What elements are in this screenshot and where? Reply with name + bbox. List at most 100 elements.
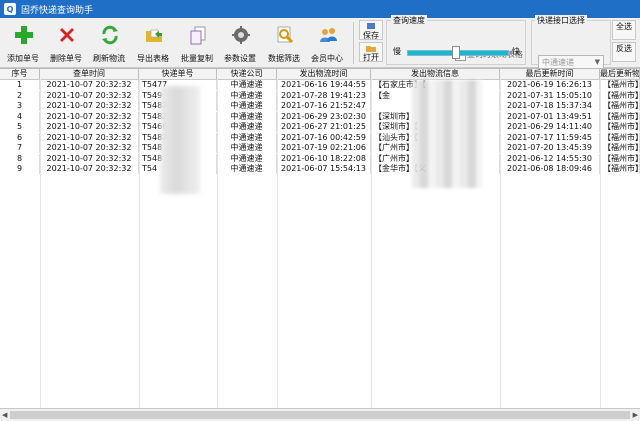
tracking-table: 序号 查单时间 快递单号 快递公司 发出物流时间 发出物流信息 最后更新时间 最… [0,68,640,409]
table-cell-no: 8 [0,153,40,164]
table-row[interactable]: 5 2021-10-07 20:32:32 T5466 中通速递 2021-06-27 … [0,122,640,132]
member-center-button[interactable]: 会员中心 [307,21,347,64]
table-cell-ship-time: 2021-07-28 19:41:23 [277,90,371,101]
column-header-last-update-time[interactable]: 最后更新时间 [500,69,600,79]
table-cell-no: 2 [0,90,40,101]
table-cell-query-time: 2021-10-07 20:32:32 [40,164,139,174]
table-cell-company: 中通速递 [217,164,277,174]
table-cell-company: 中通速递 [217,90,277,101]
column-header-ship-time[interactable]: 发出物流时间 [277,69,371,79]
query-speed-label: 查询速度 [391,15,427,26]
table-cell-query-time: 2021-10-07 20:32:32 [40,101,139,111]
table-cell-last-info: 【福州市】 [600,80,640,90]
table-cell-ship-time: 2021-06-27 21:01:25 [277,122,371,132]
scroll-right-icon[interactable]: ▶ [633,411,638,419]
table-cell-company: 中通速递 [217,122,277,132]
table-header: 序号 查单时间 快递单号 快递公司 发出物流时间 发出物流信息 最后更新时间 最… [0,69,640,80]
scroll-left-icon[interactable]: ◀ [2,411,7,419]
interface-label: 快递接口选择 [535,15,587,26]
save-button[interactable]: 保存 [359,20,383,40]
scrollbar-thumb[interactable] [10,411,630,419]
table-cell-ship-time: 2021-07-16 21:52:47 [277,101,371,111]
toolbar-divider [353,22,354,64]
table-cell-ship-time: 2021-07-16 00:42:59 [277,132,371,143]
column-header-company[interactable]: 快递公司 [217,69,277,79]
table-cell-query-time: 2021-10-07 20:32:32 [40,122,139,132]
table-cell-no: 7 [0,143,40,153]
app-logo-icon: Q [4,3,16,15]
add-tracking-button[interactable]: 添加单号 [3,21,43,64]
table-cell-last-time: 2021-06-19 16:26:13 [500,80,600,90]
slow-label: 慢 [393,47,401,56]
column-header-query-time[interactable]: 查单时间 [40,69,139,79]
query-speed-slider-thumb[interactable] [452,46,460,59]
table-cell-no: 9 [0,164,40,174]
copy-icon [190,26,206,45]
export-table-button[interactable]: 导出表格 [133,21,173,64]
table-cell-last-info: 【福州市】 [600,122,640,132]
folder-icon [146,29,162,42]
table-row[interactable]: 9 2021-10-07 20:32:32 T54 中通速递 2021-06-07 15… [0,164,640,174]
table-cell-last-time: 2021-07-31 15:05:10 [500,90,600,101]
table-cell-company: 中通速递 [217,132,277,143]
table-cell-last-time: 2021-07-18 15:37:34 [500,101,600,111]
table-row[interactable]: 2 2021-10-07 20:32:32 T549 中通速递 2021-07-28 1… [0,90,640,101]
table-row[interactable]: 4 2021-10-07 20:32:32 T5482 中通速递 2021-06-29 … [0,111,640,122]
table-cell-ship-time: 2021-07-19 02:21:06 [277,143,371,153]
table-cell-ship-time: 2021-06-07 15:54:13 [277,164,371,174]
save-icon [367,23,375,29]
table-cell-query-time: 2021-10-07 20:32:32 [40,143,139,153]
table-cell-last-time: 2021-07-17 11:59:45 [500,132,600,143]
table-cell-last-info: 【福州市】 [600,164,640,174]
gear-icon [232,26,250,44]
fast-label: 快 [512,47,520,56]
select-all-button[interactable]: 全选 [612,20,636,40]
table-row[interactable]: 3 2021-10-07 20:32:32 T5487 中通速递 2021-07-16 … [0,101,640,111]
table-cell-company: 中通速递 [217,153,277,164]
table-cell-last-time: 2021-06-12 14:55:30 [500,153,600,164]
table-cell-last-time: 2021-06-29 14:11:40 [500,122,600,132]
table-cell-last-info: 【福州市】 [600,143,640,153]
table-row[interactable]: 7 2021-10-07 20:32:32 T548 中通速递 2021-07-19 0… [0,143,640,153]
table-cell-last-info: 【福州市】 [600,153,640,164]
table-row[interactable]: 1 2021-10-07 20:32:32 T5477 中通速递 2021-06-16 … [0,80,640,90]
refresh-logistics-button[interactable]: 刷新物流 [89,21,129,64]
window-title: 固乔快递查询助手 [21,5,94,16]
column-header-last-update-info[interactable]: 最后更新物 [600,69,640,79]
table-cell-no: 6 [0,132,40,143]
refresh-icon [102,25,118,45]
table-cell-company: 中通速递 [217,80,277,90]
batch-copy-button[interactable]: 批量复制 [177,21,217,64]
horizontal-scrollbar[interactable]: ◀ ▶ [0,408,640,421]
data-filter-button[interactable]: 数据筛选 [264,21,304,64]
open-folder-icon [366,46,376,52]
table-cell-last-info: 【福州市】 [600,101,640,111]
parameter-settings-button[interactable]: 参数设置 [220,21,260,64]
table-cell-no: 3 [0,101,40,111]
table-cell-no: 1 [0,80,40,90]
table-cell-company: 中通速递 [217,101,277,111]
toolbar: 添加单号 删除单号 刷新物流 导出表格 批量复制 参数设置 数据筛选 会员中心 … [0,15,640,70]
open-button[interactable]: 打开 [359,42,383,62]
column-header-no[interactable]: 序号 [0,69,40,79]
column-header-ship-info[interactable]: 发出物流信息 [371,69,500,79]
redacted-shipment-info [412,80,482,188]
red-x-icon [60,28,74,42]
table-row[interactable]: 8 2021-10-07 20:32:32 T548 中通速递 2021-06-10 1… [0,153,640,164]
table-cell-query-time: 2021-10-07 20:32:32 [40,80,139,90]
invert-selection-button[interactable]: 反选 [612,42,636,62]
users-icon [320,28,337,42]
table-cell-company: 中通速递 [217,111,277,122]
table-row[interactable]: 6 2021-10-07 20:32:32 T5487 中通速递 2021-07-16 … [0,132,640,143]
table-cell-last-time: 2021-07-20 13:45:39 [500,143,600,153]
table-cell-ship-time: 2021-06-10 18:22:08 [277,153,371,164]
table-cell-query-time: 2021-10-07 20:32:32 [40,153,139,164]
table-cell-ship-time: 2021-06-29 23:02:30 [277,111,371,122]
table-cell-query-time: 2021-10-07 20:32:32 [40,90,139,101]
table-cell-company: 中通速递 [217,143,277,153]
column-header-tracking-number[interactable]: 快递单号 [139,69,217,79]
delete-tracking-button[interactable]: 删除单号 [46,21,86,64]
table-cell-last-time: 2021-06-08 18:09:46 [500,164,600,174]
table-cell-last-info: 【福州市】 [600,132,640,143]
table-cell-last-time: 2021-07-01 13:49:51 [500,111,600,122]
